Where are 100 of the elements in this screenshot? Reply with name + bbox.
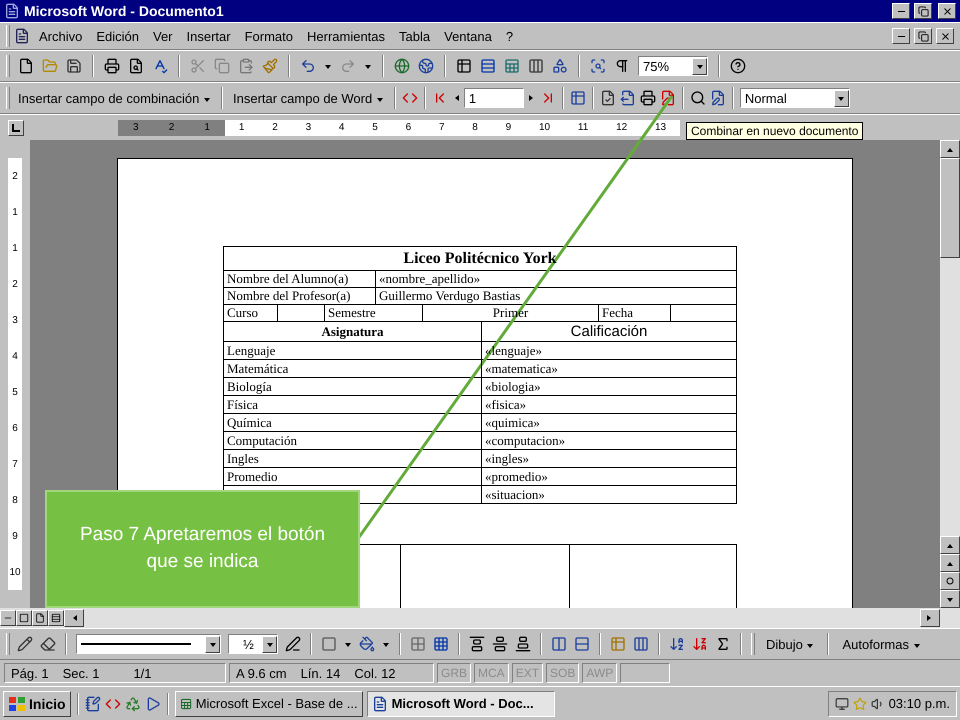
recycle-icon[interactable] bbox=[124, 696, 141, 712]
menu-item[interactable]: Archivo bbox=[34, 26, 88, 46]
align-bottom-icon[interactable] bbox=[515, 636, 531, 652]
column-header: Asignatura bbox=[320, 322, 385, 341]
ruler-number: 1 bbox=[12, 242, 18, 254]
globe-icon[interactable] bbox=[394, 58, 410, 74]
spreadsheet-icon[interactable] bbox=[504, 58, 520, 74]
menu-item[interactable]: ? bbox=[500, 26, 518, 46]
align-top-icon[interactable] bbox=[469, 636, 485, 652]
help-icon[interactable] bbox=[730, 58, 746, 74]
split-cells-icon[interactable] bbox=[433, 636, 449, 652]
view-button[interactable] bbox=[0, 610, 16, 626]
printer-icon[interactable] bbox=[104, 58, 120, 74]
menu-item[interactable]: Herramientas bbox=[302, 26, 390, 46]
menu-item[interactable]: Formato bbox=[240, 26, 298, 46]
document-icon[interactable] bbox=[14, 28, 30, 44]
restore-button[interactable] bbox=[914, 3, 932, 19]
ruler-number: 1 bbox=[12, 206, 18, 218]
minimize-button[interactable] bbox=[892, 3, 910, 19]
tab-selector[interactable] bbox=[8, 120, 24, 136]
table-cell: Semestre bbox=[324, 305, 422, 321]
scroll-left-button[interactable] bbox=[64, 609, 84, 627]
menu-item[interactable]: Edición bbox=[91, 26, 144, 46]
zoom-combo[interactable]: 75% bbox=[638, 56, 708, 76]
previous-page-button[interactable] bbox=[940, 554, 960, 572]
check-errors-icon[interactable] bbox=[600, 90, 616, 106]
draw-menu-button[interactable]: Dibujo bbox=[762, 634, 818, 654]
restore-icon bbox=[918, 30, 928, 42]
border-color-icon[interactable] bbox=[285, 636, 301, 652]
table-cell: «matematica» bbox=[481, 360, 736, 377]
table-cell-text: Lenguaje bbox=[226, 342, 276, 359]
shading-icon[interactable] bbox=[359, 636, 375, 652]
view-button[interactable] bbox=[16, 610, 32, 626]
line-weight-combo[interactable]: ½ bbox=[228, 634, 278, 654]
star-icon[interactable] bbox=[852, 696, 867, 710]
insert-word-field-dropdown[interactable]: Insertar campo de Word bbox=[229, 88, 388, 108]
next-page-button[interactable] bbox=[940, 590, 960, 608]
page-view-icon bbox=[35, 613, 45, 623]
restore-button[interactable] bbox=[914, 28, 932, 44]
borders-icon[interactable] bbox=[321, 636, 337, 652]
merge-to-document-icon[interactable] bbox=[620, 90, 636, 106]
close-button[interactable] bbox=[936, 28, 954, 44]
monitor-icon[interactable] bbox=[834, 696, 849, 710]
table-cell: «biologia» bbox=[481, 378, 736, 395]
ruler-number: 5 bbox=[372, 122, 378, 133]
columns-icon[interactable] bbox=[528, 58, 544, 74]
edit-data-source-icon[interactable] bbox=[710, 90, 726, 106]
eraser-icon[interactable] bbox=[40, 636, 56, 652]
align-center-icon[interactable] bbox=[492, 636, 508, 652]
scroll-up-button[interactable] bbox=[940, 140, 960, 158]
pilcrow-icon[interactable] bbox=[614, 58, 630, 74]
style-combo[interactable]: Normal bbox=[740, 88, 850, 108]
minimize-button[interactable] bbox=[892, 28, 910, 44]
ruler-number: 9 bbox=[506, 122, 512, 133]
undo-icon[interactable] bbox=[300, 58, 316, 74]
table-icon[interactable] bbox=[456, 58, 472, 74]
menu-item[interactable]: Ver bbox=[148, 26, 178, 46]
find-record-icon[interactable] bbox=[690, 90, 706, 106]
taskbar-button[interactable]: Microsoft Word - Doc... bbox=[366, 690, 555, 716]
view-button[interactable] bbox=[48, 610, 64, 626]
save-icon[interactable] bbox=[66, 58, 82, 74]
insert-merge-field-dropdown[interactable]: Insertar campo de combinación bbox=[14, 88, 215, 108]
ruler-number: 10 bbox=[9, 566, 21, 578]
merge-to-printer-icon[interactable] bbox=[640, 90, 656, 106]
menu-item[interactable]: Insertar bbox=[182, 26, 236, 46]
taskbar-button[interactable]: Microsoft Excel - Base de ... bbox=[174, 690, 363, 716]
insert-table-icon[interactable] bbox=[480, 58, 496, 74]
scroll-up-button[interactable] bbox=[940, 536, 960, 554]
start-button[interactable]: Inicio bbox=[3, 690, 71, 716]
tab-stop-icon bbox=[12, 124, 20, 132]
sort-ascending-icon[interactable] bbox=[669, 636, 685, 652]
menu-item[interactable]: Ventana bbox=[439, 26, 497, 46]
line-style-combo[interactable] bbox=[76, 634, 221, 654]
scroll-right-button[interactable] bbox=[920, 609, 940, 627]
merge-cells-icon[interactable] bbox=[410, 636, 426, 652]
menu-item[interactable]: Tabla bbox=[394, 26, 436, 46]
close-icon bbox=[942, 6, 952, 16]
ruler-number: 4 bbox=[12, 350, 18, 362]
pencil-icon[interactable] bbox=[17, 636, 33, 652]
table-cell: Fecha bbox=[598, 305, 670, 321]
column-indicator: Col. 12 bbox=[354, 666, 396, 680]
ruler-number: 8 bbox=[12, 494, 18, 506]
new-document-icon[interactable] bbox=[18, 58, 34, 74]
caret-icon bbox=[208, 640, 216, 648]
ruler-number: 8 bbox=[472, 122, 478, 133]
shapes-icon[interactable] bbox=[552, 58, 568, 74]
sort-descending-icon[interactable] bbox=[692, 636, 708, 652]
close-button[interactable] bbox=[938, 3, 956, 19]
notebook-icon[interactable] bbox=[84, 696, 101, 712]
table-cell: «quimica» bbox=[481, 414, 736, 431]
browse-object-button[interactable] bbox=[940, 572, 960, 590]
view-button[interactable] bbox=[32, 610, 48, 626]
ruler-number: 1 bbox=[204, 122, 210, 133]
clock: 03:10 p.m. bbox=[888, 696, 950, 711]
print-preview-icon[interactable] bbox=[128, 58, 144, 74]
play-icon[interactable] bbox=[144, 696, 161, 712]
globe-icon[interactable] bbox=[418, 58, 434, 74]
autoshapes-menu-button[interactable]: Autoformas bbox=[838, 634, 925, 654]
scroll-thumb[interactable] bbox=[940, 158, 960, 258]
record-field[interactable]: 1 bbox=[464, 88, 524, 108]
